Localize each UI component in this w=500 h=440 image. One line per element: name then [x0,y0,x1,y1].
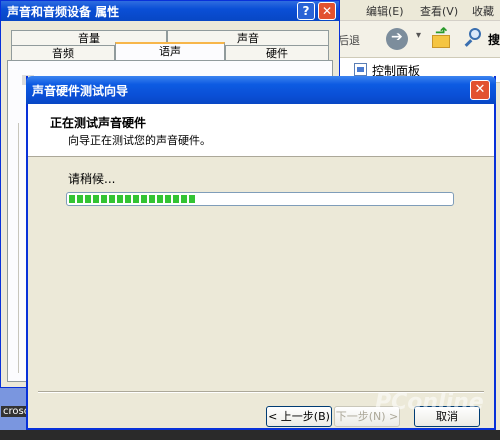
tab-hardware[interactable]: 硬件 [225,45,329,60]
wizard-titlebar: 声音硬件测试向导 ✕ [26,76,496,104]
explorer-menubar: 编辑(E) 查看(V) 收藏 [330,0,500,21]
wizard-title: 声音硬件测试向导 [32,84,129,98]
control-panel-icon [354,63,367,76]
header-title: 正在测试声音硬件 [50,116,147,130]
forward-arrow-icon: ➔ [391,29,403,45]
search-label[interactable]: 搜 [488,31,500,48]
progress-bar [66,192,454,206]
up-folder-icon[interactable]: ⬏ [430,23,452,49]
tab-voice[interactable]: 语声 [115,42,225,61]
panel-groupbox-edge [18,123,23,373]
menu-edit[interactable]: 编辑(E) [366,3,404,19]
dropdown-arrow-icon[interactable]: ▾ [416,30,421,41]
help-button[interactable]: ? [297,2,315,20]
explorer-toolbar: 后退 ➔ ▾ ⬏ 搜 [330,21,500,58]
wizard-close-button[interactable]: ✕ [470,80,490,100]
wizard-header: 正在测试声音硬件 向导正在测试您的声音硬件。 [28,104,494,157]
menu-favorites[interactable]: 收藏 [472,3,494,19]
sound-hardware-test-wizard: 声音硬件测试向导 ✕ 正在测试声音硬件 向导正在测试您的声音硬件。 请稍候...… [26,76,496,430]
menu-view[interactable]: 查看(V) [420,3,458,19]
props-titlebar: 声音和音频设备 属性 ? ✕ [1,1,339,21]
search-icon[interactable] [464,27,486,49]
progress-bar-fill [69,195,195,203]
status-text: 请稍候... [68,172,116,186]
header-subtitle: 向导正在测试您的声音硬件。 [68,134,211,147]
forward-button[interactable]: ➔ [386,28,408,50]
back-button-label[interactable]: 后退 [338,32,360,48]
back-button[interactable]: < 上一步(B) [266,406,332,427]
taskbar [0,430,500,440]
props-title: 声音和音频设备 属性 [7,5,120,19]
tab-audio[interactable]: 音频 [11,45,115,60]
watermark-logo: PConline [375,390,484,415]
props-close-button[interactable]: ✕ [318,2,336,20]
